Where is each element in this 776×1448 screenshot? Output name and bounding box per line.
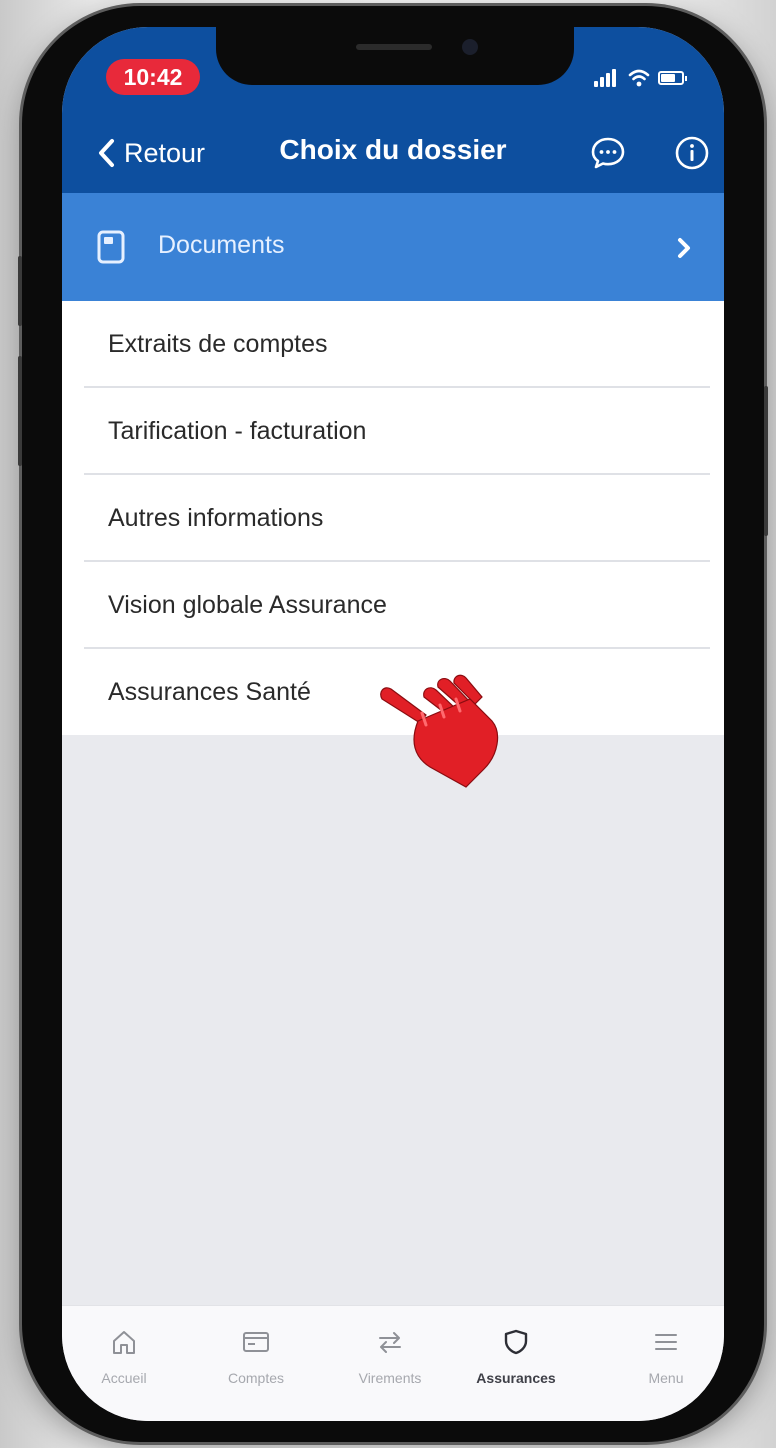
pointing-hand-icon [380,674,499,788]
list-item-label: Tarification - facturation [108,417,367,445]
notch [216,27,574,85]
list-item-label: Assurances Santé [108,678,311,706]
empty-content-area [62,735,724,1305]
list-item-label: Autres informations [108,504,324,532]
menu-icon [655,1334,677,1350]
list-item-label: Extraits de comptes [108,330,328,358]
tab-comptes[interactable]: Comptes [196,1306,316,1406]
tab-label: Menu [648,1370,684,1386]
phone-frame: 10:42 Retour Choix du dossier Documents … [18,6,768,1442]
tab-label: Accueil [101,1370,147,1386]
card-icon [243,1332,269,1352]
chevron-right-icon [678,238,690,258]
battery-icon [658,71,684,85]
phone-screen: 10:42 Retour Choix du dossier Documents … [62,27,724,1421]
chat-bubble-icon[interactable] [590,135,626,171]
info-icon[interactable] [674,135,710,171]
tab-virements[interactable]: Virements [330,1306,450,1406]
status-icons [594,67,690,89]
signal-icon [612,69,616,87]
tab-menu[interactable]: Menu [606,1306,724,1406]
battery-tip [685,76,687,81]
home-icon [113,1331,135,1354]
phone-side-button [764,386,768,536]
tab-label: Virements [358,1370,422,1386]
list-item-extraits[interactable]: Extraits de comptes [62,301,724,388]
signal-icon [606,73,610,87]
battery-level [661,74,675,82]
documents-label: Documents [158,231,285,259]
documents-row[interactable]: Documents [62,193,724,301]
signal-icon [600,77,604,87]
list-item-label: Vision globale Assurance [108,591,387,619]
list-item-autres[interactable]: Autres informations [62,475,724,562]
shield-icon [504,1329,528,1355]
tab-label: Comptes [227,1370,285,1386]
list-item-vision-globale[interactable]: Vision globale Assurance [62,562,724,649]
tab-assurances[interactable]: Assurances [456,1306,576,1406]
phone-side-button [18,256,22,326]
wifi-icon [628,69,650,87]
signal-icon [594,81,598,87]
tab-accueil[interactable]: Accueil [64,1306,184,1406]
phone-side-button [18,356,22,466]
tab-bar: Accueil Comptes Virements Assurances Men… [62,1305,724,1421]
header-bar: 10:42 Retour Choix du dossier [62,27,724,193]
tab-label: Assurances [476,1370,556,1386]
list-item-tarification[interactable]: Tarification - facturation [62,388,724,475]
front-camera [462,39,478,55]
transfer-icon [379,1332,401,1353]
document-icon [97,230,125,264]
status-time: 10:42 [106,59,200,95]
speaker [356,44,432,50]
